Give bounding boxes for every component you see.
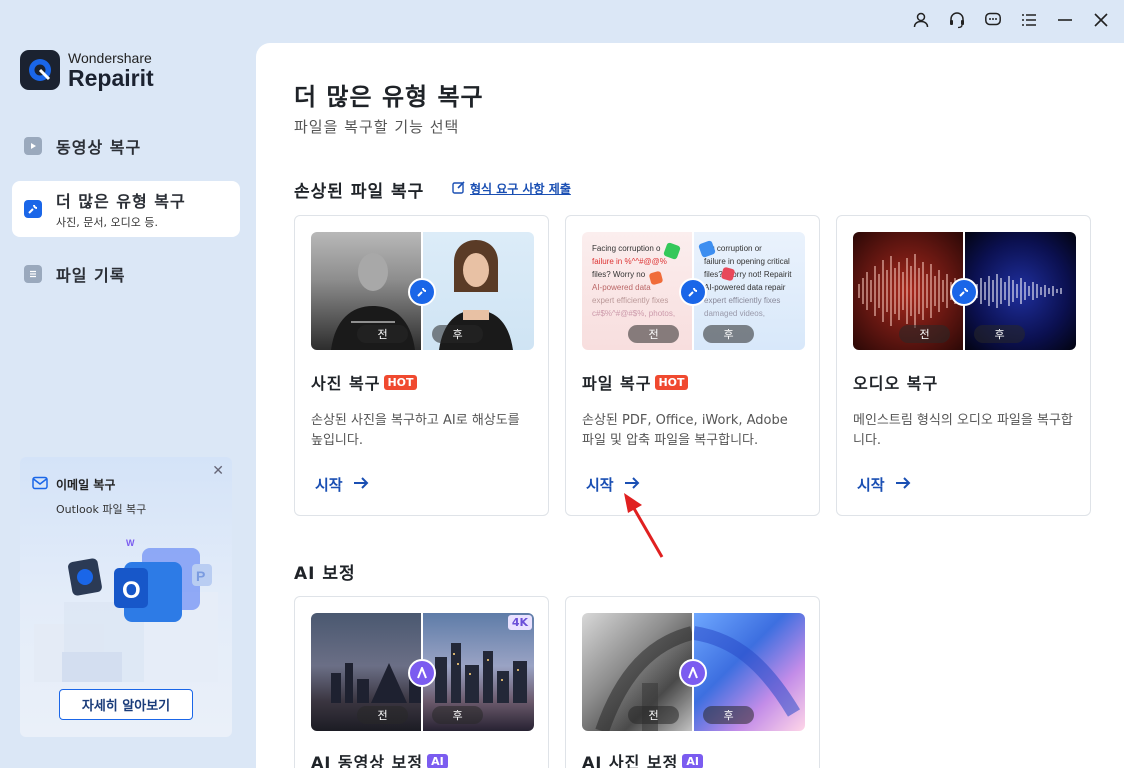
file-repair-preview: Facing corruption o failure in %^^#@@% f… [582,232,805,350]
after-label: 후 [703,706,754,724]
svg-text:O: O [122,577,141,604]
mail-icon [32,475,48,494]
ai-badge: AI [427,753,448,768]
headset-icon[interactable] [942,8,972,32]
repairit-logo-icon [20,50,60,90]
sidebar-item-video-repair[interactable]: 동영상 복구 [12,130,240,162]
ai-enhance-icon [679,659,707,687]
repair-tool-icon [408,278,436,306]
close-icon[interactable] [1086,8,1116,32]
account-icon[interactable] [906,8,936,32]
after-label: 후 [432,706,483,724]
sidebar-item-file-history[interactable]: 파일 기록 [12,258,240,290]
section-title-corrupted: 손상된 파일 복구 [294,182,425,202]
sidebar-item-more-types[interactable]: 더 많은 유형 복구 사진, 문서, 오디오 등. [12,181,240,237]
brand-top: Wondershare [68,49,152,66]
ai-badge: AI [682,753,703,768]
svg-text:W: W [126,538,135,548]
page-title: 더 많은 유형 복구 [294,83,484,111]
sidebar: Wondershare Repairit 동영상 복구 더 많은 유형 복구 사… [0,0,256,768]
main-panel: 더 많은 유형 복구 파일을 복구할 기능 선택 손상된 파일 복구 형식 요구… [256,43,1124,768]
ai-photo-preview: 전 후 [582,613,805,731]
start-label: 시작 [857,476,885,494]
minimize-icon[interactable] [1050,8,1080,32]
section-title-ai-enhance: AI 보정 [294,564,356,584]
wrench-icon [24,200,42,218]
email-repair-promo: 이메일 복구 Outlook 파일 복구 ✕ O P W 자세히 알아보기 [20,457,232,737]
video-icon [24,137,42,155]
file-list-icon [24,265,42,283]
card-audio-repair[interactable]: 전 후 오디오 복구 메인스트림 형식의 오디오 파일을 복구합니다. 시작 [836,215,1091,516]
card-title: AI 사진 보정 [582,753,679,768]
card-title: 오디오 복구 [853,374,939,393]
before-label: 전 [357,325,408,343]
menu-icon[interactable] [1014,8,1044,32]
audio-repair-preview: 전 후 [853,232,1076,350]
hot-badge: HOT [384,374,417,390]
annotation-arrow [624,493,664,558]
hot-badge: HOT [655,374,688,390]
after-label: 후 [703,325,754,343]
sidebar-item-sublabel: 사진, 문서, 오디오 등. [56,216,158,229]
promo-title: 이메일 복구 [56,478,116,492]
card-title: AI 동영상 보정 [311,753,424,768]
chat-icon[interactable] [978,8,1008,32]
outlook-illustration: O P W [34,538,218,682]
sidebar-item-label: 더 많은 유형 복구 [56,192,186,211]
before-label: 전 [628,325,679,343]
card-photo-repair[interactable]: 전 후 사진 복구 HOT 손상된 사진을 복구하고 AI로 해상도를 높입니다.… [294,215,549,516]
app-logo: Wondershare Repairit [20,50,154,90]
4k-badge: 4K [507,615,532,630]
photo-repair-preview: 전 후 [311,232,534,350]
page-subtitle: 파일을 복구할 기능 선택 [294,118,460,136]
card-ai-video-enhance[interactable]: 4K 전 후 AI 동영상 보정 AI [294,596,549,768]
after-label: 후 [432,325,483,343]
sidebar-item-label: 파일 기록 [56,266,126,285]
before-label: 전 [899,325,950,343]
start-label: 시작 [586,476,614,494]
start-button[interactable]: 시작 [857,474,911,495]
card-ai-photo-enhance[interactable]: 전 후 AI 사진 보정 AI [565,596,820,768]
card-title: 파일 복구 [582,374,652,393]
repair-tool-icon [679,278,707,306]
sidebar-item-label: 동영상 복구 [56,138,142,157]
card-description: 메인스트림 형식의 오디오 파일을 복구합니다. [853,413,1073,448]
ai-enhance-icon [408,659,436,687]
brand-name: Repairit [68,64,154,91]
card-description: 손상된 PDF, Office, iWork, Adobe 파일 및 압축 파일… [582,413,788,448]
card-title: 사진 복구 [311,374,381,393]
link-label: 형식 요구 사항 제출 [470,182,571,196]
edit-icon [452,180,465,197]
svg-text:P: P [196,568,205,584]
learn-more-button[interactable]: 자세히 알아보기 [59,689,193,720]
start-button[interactable]: 시작 [315,474,369,495]
arrow-right-icon [895,476,911,494]
repair-tool-icon [950,278,978,306]
ai-video-preview: 4K 전 후 [311,613,534,731]
arrow-right-icon [353,476,369,494]
before-label: 전 [628,706,679,724]
start-label: 시작 [315,476,343,494]
promo-subtitle: Outlook 파일 복구 [56,503,147,516]
close-icon[interactable]: ✕ [212,463,224,479]
submit-format-request-link[interactable]: 형식 요구 사항 제출 [452,180,571,197]
card-description: 손상된 사진을 복구하고 AI로 해상도를 높입니다. [311,413,520,448]
before-label: 전 [357,706,408,724]
card-file-repair[interactable]: Facing corruption o failure in %^^#@@% f… [565,215,820,516]
after-label: 후 [974,325,1025,343]
